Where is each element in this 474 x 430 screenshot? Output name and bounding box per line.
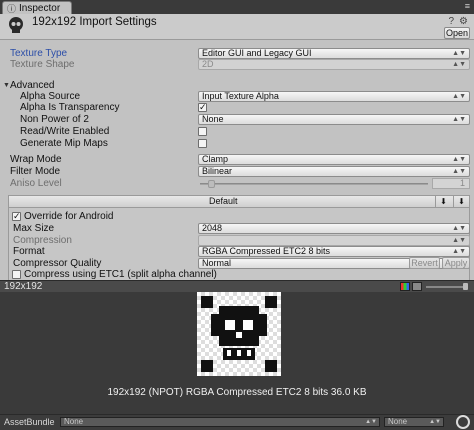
dropdown-arrow-icon: ▲▼	[452, 237, 466, 244]
format-row: Format RGBA Compressed ETC2 8 bits ▲▼	[0, 246, 474, 258]
aniso-slider-track	[200, 183, 428, 185]
aniso-label: Aniso Level	[10, 178, 62, 189]
preview-toolbar: 192x192	[0, 280, 474, 292]
dropdown-arrow-icon: ▲▼	[452, 93, 466, 100]
android-icon[interactable]: ⬇	[453, 196, 469, 207]
dropdown-arrow-icon: ▲▼	[452, 156, 466, 163]
non-power2-value: None	[202, 114, 224, 124]
asset-variant-value: None	[388, 417, 408, 426]
alpha-transparency-label: Alpha Is Transparency	[20, 102, 120, 113]
asset-bundle-label: AssetBundle	[4, 417, 55, 427]
skull-texture-icon	[201, 296, 277, 372]
override-checkbox[interactable]: ✓	[12, 212, 21, 221]
override-row: ✓ Override for Android	[0, 211, 474, 223]
filter-mode-value: Bilinear	[202, 166, 233, 176]
help-icon[interactable]: ?	[448, 16, 454, 27]
filter-mode-dropdown[interactable]: Bilinear ▲▼	[198, 166, 470, 177]
dropdown-arrow-icon: ▲▼	[452, 61, 466, 68]
rgb-channel-icon[interactable]	[400, 282, 410, 291]
max-size-label: Max Size	[13, 223, 55, 234]
filter-mode-label: Filter Mode	[10, 166, 61, 177]
alpha-source-value: Input Texture Alpha	[202, 91, 279, 101]
filter-mode-row: Filter Mode Bilinear ▲▼	[0, 166, 474, 178]
apply-button[interactable]: Apply	[442, 257, 470, 269]
tab-bar: ⓘ Inspector ≡	[0, 0, 474, 14]
menu-icon[interactable]: ≡	[465, 1, 470, 11]
read-write-label: Read/Write Enabled	[20, 126, 110, 137]
compressor-quality-value: Normal	[202, 258, 232, 268]
texture-shape-value: 2D	[202, 59, 214, 69]
open-button[interactable]: Open	[444, 27, 470, 39]
texture-preview: 192x192 (NPOT) RGBA Compressed ETC2 8 bi…	[0, 292, 474, 414]
format-dropdown[interactable]: RGBA Compressed ETC2 8 bits ▲▼	[198, 246, 470, 257]
max-size-row: Max Size 2048 ▲▼	[0, 223, 474, 235]
max-size-value: 2048	[202, 223, 223, 233]
aniso-row: Aniso Level 1	[0, 178, 474, 190]
platform-tab-header: Default ⬇ ⬇	[8, 195, 470, 208]
asset-bundle-bar: AssetBundle None ▲▼ None ▲▼	[0, 414, 474, 430]
asset-variant-dropdown[interactable]: None ▲▼	[384, 417, 444, 427]
texture-shape-label: Texture Shape	[10, 59, 75, 70]
read-write-checkbox[interactable]	[198, 127, 207, 136]
tab-inspector[interactable]: ⓘ Inspector	[2, 1, 72, 14]
asset-bundle-dropdown[interactable]: None ▲▼	[60, 417, 380, 427]
platform-tab-default[interactable]: Default	[209, 196, 238, 207]
format-value: RGBA Compressed ETC2 8 bits	[202, 246, 331, 256]
mipmaps-checkbox[interactable]	[198, 139, 207, 148]
texture-type-value: Editor GUI and Legacy GUI	[202, 48, 312, 58]
page-title: 192x192 Import Settings	[32, 16, 157, 28]
inspector-header: 192x192 Import Settings ? ⚙ Open	[0, 14, 474, 40]
non-power2-dropdown[interactable]: None ▲▼	[198, 114, 470, 125]
mipmaps-label: Generate Mip Maps	[20, 138, 108, 149]
mipmaps-row: Generate Mip Maps	[0, 138, 474, 150]
dropdown-arrow-icon: ▲▼	[452, 168, 466, 175]
mip-level-slider[interactable]	[424, 282, 470, 291]
etc1-checkbox[interactable]	[12, 270, 21, 279]
preview-info: 192x192 (NPOT) RGBA Compressed ETC2 8 bi…	[107, 387, 367, 398]
wrap-mode-label: Wrap Mode	[10, 154, 62, 165]
download-icon[interactable]: ⬇	[435, 196, 451, 207]
texture-shape-dropdown: 2D ▲▼	[198, 59, 470, 70]
wrap-mode-dropdown[interactable]: Clamp ▲▼	[198, 154, 470, 165]
info-icon: ⓘ	[7, 3, 17, 14]
alpha-transparency-checkbox[interactable]: ✓	[198, 103, 207, 112]
dropdown-arrow-icon: ▲▼	[452, 248, 466, 255]
texture-type-dropdown[interactable]: Editor GUI and Legacy GUI ▲▼	[198, 48, 470, 59]
compression-dropdown: ▲▼	[198, 235, 470, 246]
alpha-channel-icon[interactable]	[412, 282, 422, 291]
skull-icon	[9, 17, 23, 33]
read-write-row: Read/Write Enabled	[0, 126, 474, 138]
dropdown-arrow-icon: ▲▼	[429, 419, 441, 425]
asset-bundle-value: None	[64, 417, 84, 426]
override-label: Override for Android	[24, 211, 114, 222]
non-power2-label: Non Power of 2	[20, 114, 89, 125]
aniso-value-field: 1	[432, 178, 470, 189]
dropdown-arrow-icon: ▲▼	[452, 225, 466, 232]
max-size-dropdown[interactable]: 2048 ▲▼	[198, 223, 470, 234]
non-power2-row: Non Power of 2 None ▲▼	[0, 114, 474, 126]
dropdown-arrow-icon: ▲▼	[452, 50, 466, 57]
dropdown-arrow-icon: ▲▼	[452, 116, 466, 123]
texture-shape-row: Texture Shape 2D ▲▼	[0, 59, 474, 71]
aniso-slider-thumb	[208, 180, 215, 188]
refresh-icon[interactable]	[456, 415, 470, 429]
wrap-mode-value: Clamp	[202, 154, 229, 164]
tab-label: Inspector	[19, 2, 61, 14]
texture-image	[197, 292, 281, 376]
format-label: Format	[13, 246, 45, 257]
settings-icon[interactable]: ⚙	[459, 16, 468, 27]
alpha-source-dropdown[interactable]: Input Texture Alpha ▲▼	[198, 91, 470, 102]
revert-button[interactable]: Revert	[409, 257, 440, 269]
dropdown-arrow-icon: ▲▼	[365, 419, 377, 425]
alpha-transparency-row: Alpha Is Transparency ✓	[0, 102, 474, 114]
wrap-mode-row: Wrap Mode Clamp ▲▼	[0, 154, 474, 166]
